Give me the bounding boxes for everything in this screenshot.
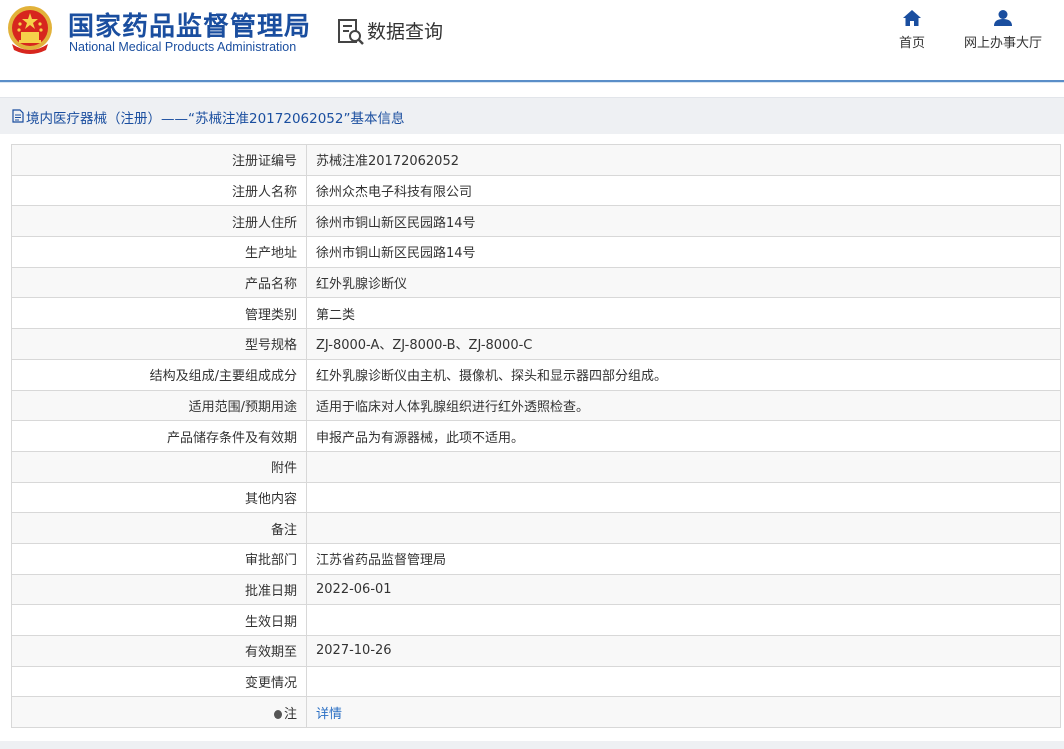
table-row: 管理类别 第二类 [11, 297, 1061, 330]
table-row: 审批部门 江苏省药品监督管理局 [11, 542, 1061, 575]
field-label: 批准日期 [11, 573, 307, 606]
field-value: ZJ-8000-A、ZJ-8000-B、ZJ-8000-C [306, 328, 1061, 360]
table-row-note: 注 详情 [11, 696, 1061, 729]
user-icon [994, 10, 1012, 26]
site-subtitle: National Medical Products Administration [69, 40, 297, 54]
device-info-table: 注册证编号 苏械注准20172062052 注册人名称 徐州众杰电子科技有限公司 注册人… [11, 144, 1061, 729]
table-row: 型号规格 ZJ-8000-A、ZJ-8000-B、ZJ-8000-C [11, 328, 1061, 360]
field-label: 型号规格 [11, 328, 307, 360]
document-icon [12, 109, 24, 123]
table-row: 注册人名称 徐州众杰电子科技有限公司 [11, 174, 1061, 207]
table-row: 注册证编号 苏械注准20172062052 [11, 144, 1061, 176]
note-label: 注 [283, 706, 297, 722]
field-label: 其他内容 [11, 481, 307, 514]
nav-home-label: 首页 [898, 36, 925, 51]
field-label: 审批部门 [11, 542, 307, 575]
field-value: 申报产品为有源器械，此项不适用。 [306, 420, 1061, 452]
field-label: 生效日期 [11, 604, 307, 636]
field-label: 产品名称 [11, 266, 307, 299]
breadcrumb: 境内医疗器械（注册）——“苏械注准20172062052”基本信息 [0, 97, 1064, 134]
field-value: 红外乳腺诊断仪 [306, 266, 1061, 299]
breadcrumb-text: 境内医疗器械（注册）——“苏械注准20172062052”基本信息 [26, 111, 405, 127]
field-value: 第二类 [306, 297, 1061, 330]
field-value: 2027-10-26 [306, 635, 1061, 667]
home-icon [903, 10, 921, 26]
note-label-cell: 注 [11, 696, 307, 729]
field-value: 2022-06-01 [306, 573, 1061, 606]
field-label: 备注 [11, 512, 307, 544]
field-label: 注册人住所 [11, 205, 307, 238]
table-row: 产品储存条件及有效期 申报产品为有源器械，此项不适用。 [11, 420, 1061, 452]
field-value: 徐州市铜山新区民园路14号 [306, 236, 1061, 268]
field-value: 红外乳腺诊断仪由主机、摄像机、探头和显示器四部分组成。 [306, 358, 1061, 391]
table-row: 注册人住所 徐州市铜山新区民园路14号 [11, 205, 1061, 238]
field-label: 管理类别 [11, 297, 307, 330]
field-label: 注册人名称 [11, 174, 307, 207]
table-row: 备注 [11, 512, 1061, 544]
site-header: 国家药品监督管理局 National Medical Products Admi… [0, 0, 1064, 80]
footer-bar [0, 741, 1064, 749]
field-value: 适用于临床对人体乳腺组织进行红外透照检查。 [306, 389, 1061, 422]
nav-home[interactable]: 首页 [892, 10, 932, 51]
field-value [306, 665, 1061, 698]
document-search-icon [338, 19, 364, 45]
table-row: 产品名称 红外乳腺诊断仪 [11, 266, 1061, 299]
table-row: 批准日期 2022-06-01 [11, 573, 1061, 606]
table-row: 生效日期 [11, 604, 1061, 636]
field-label: 变更情况 [11, 665, 307, 698]
site-title: 国家药品监督管理局 [68, 12, 312, 42]
bullet-icon [273, 709, 282, 719]
field-value [306, 481, 1061, 514]
field-label: 适用范围/预期用途 [11, 389, 307, 422]
field-label: 有效期至 [11, 635, 307, 667]
field-label: 结构及组成/主要组成成分 [11, 358, 307, 391]
field-value: 江苏省药品监督管理局 [306, 542, 1061, 575]
table-row: 结构及组成/主要组成成分 红外乳腺诊断仪由主机、摄像机、探头和显示器四部分组成。 [11, 358, 1061, 391]
field-label: 注册证编号 [11, 144, 307, 176]
field-value [306, 512, 1061, 544]
nav-online-hall[interactable]: 网上办事大厅 [962, 10, 1044, 51]
table-row: 其他内容 [11, 481, 1061, 514]
nav-online-hall-label: 网上办事大厅 [963, 36, 1042, 51]
table-row: 有效期至 2027-10-26 [11, 635, 1061, 667]
table-row: 适用范围/预期用途 适用于临床对人体乳腺组织进行红外透照检查。 [11, 389, 1061, 422]
national-emblem-icon [8, 6, 52, 54]
data-query-label: 数据查询 [367, 21, 444, 43]
field-value [306, 450, 1061, 483]
field-value [306, 604, 1061, 636]
field-value: 苏械注准20172062052 [306, 144, 1061, 176]
note-value-cell: 详情 [306, 696, 1061, 729]
table-row: 变更情况 [11, 665, 1061, 698]
field-value: 徐州市铜山新区民园路14号 [306, 205, 1061, 238]
header-divider-shadow [0, 82, 1064, 83]
field-label: 生产地址 [11, 236, 307, 268]
field-value: 徐州众杰电子科技有限公司 [306, 174, 1061, 207]
field-label: 产品储存条件及有效期 [11, 420, 307, 452]
field-label: 附件 [11, 450, 307, 483]
table-row: 生产地址 徐州市铜山新区民园路14号 [11, 236, 1061, 268]
details-link[interactable]: 详情 [316, 707, 342, 722]
table-row: 附件 [11, 450, 1061, 483]
